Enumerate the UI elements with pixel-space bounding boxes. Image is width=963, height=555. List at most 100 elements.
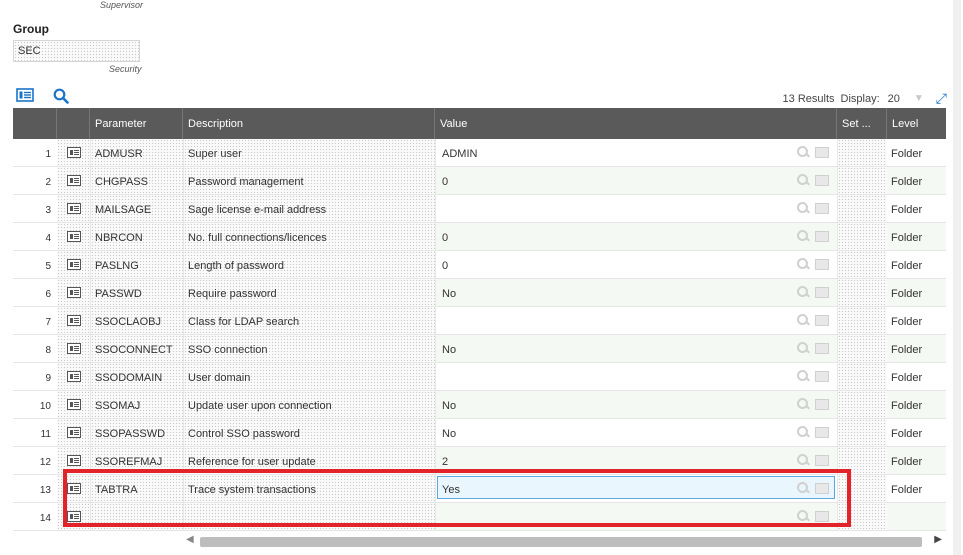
set-cell[interactable] bbox=[837, 195, 887, 222]
parameter-cell[interactable]: SSOMAJ bbox=[90, 391, 183, 418]
scroll-left-icon[interactable]: ◀ bbox=[186, 534, 194, 545]
expand-icon[interactable]: ⤢ bbox=[936, 90, 947, 107]
parameter-cell[interactable]: SSOPASSWD bbox=[90, 419, 183, 446]
value-cell[interactable] bbox=[435, 307, 837, 334]
parameter-cell[interactable]: SSOCONNECT bbox=[90, 335, 183, 362]
value-cell[interactable] bbox=[435, 195, 837, 222]
table-row[interactable]: 13 TABTRA Trace system transactions Yes Fold… bbox=[13, 475, 946, 503]
group-field[interactable]: SEC bbox=[13, 40, 140, 62]
detail-icon[interactable] bbox=[815, 426, 829, 438]
row-detail-icon[interactable] bbox=[57, 391, 90, 418]
table-row[interactable]: 4 NBRCON No. full connections/licences 0 Fol… bbox=[13, 223, 946, 251]
parameter-cell[interactable]: TABTRA bbox=[90, 475, 183, 502]
lookup-icon[interactable] bbox=[797, 370, 809, 382]
lookup-icon[interactable] bbox=[797, 510, 809, 522]
detail-icon[interactable] bbox=[815, 230, 829, 242]
lookup-icon[interactable] bbox=[797, 202, 809, 214]
table-row[interactable]: 9 SSODOMAIN User domain Folder bbox=[13, 363, 946, 391]
table-row[interactable]: 11 SSOPASSWD Control SSO password No Folder bbox=[13, 419, 946, 447]
header-description[interactable]: Description bbox=[183, 108, 435, 139]
row-detail-icon[interactable] bbox=[57, 363, 90, 390]
table-row[interactable]: 3 MAILSAGE Sage license e-mail address Fold… bbox=[13, 195, 946, 223]
display-value[interactable]: 20 bbox=[888, 93, 900, 105]
parameter-cell[interactable]: NBRCON bbox=[90, 223, 183, 250]
value-cell[interactable]: No bbox=[435, 419, 837, 446]
scroll-thumb[interactable] bbox=[200, 537, 922, 547]
set-cell[interactable] bbox=[837, 223, 887, 250]
header-value[interactable]: Value bbox=[435, 108, 837, 139]
value-cell[interactable]: No bbox=[435, 391, 837, 418]
table-row[interactable]: 7 SSOCLAOBJ Class for LDAP search Folder bbox=[13, 307, 946, 335]
table-row[interactable]: 6 PASSWD Require password No Folder bbox=[13, 279, 946, 307]
parameter-cell[interactable]: PASLNG bbox=[90, 251, 183, 278]
value-cell[interactable]: 2 bbox=[435, 447, 837, 474]
value-text[interactable]: No bbox=[442, 428, 456, 440]
row-detail-icon[interactable] bbox=[57, 503, 90, 530]
detail-icon[interactable] bbox=[815, 482, 829, 494]
table-row[interactable]: 5 PASLNG Length of password 0 Folder bbox=[13, 251, 946, 279]
value-cell[interactable] bbox=[435, 363, 837, 390]
lookup-icon[interactable] bbox=[797, 258, 809, 270]
parameter-cell[interactable]: SSOCLAOBJ bbox=[90, 307, 183, 334]
set-cell[interactable] bbox=[837, 335, 887, 362]
header-set[interactable]: Set ... bbox=[837, 108, 887, 139]
detail-icon[interactable] bbox=[815, 454, 829, 466]
card-view-icon[interactable] bbox=[16, 88, 34, 104]
table-row[interactable]: 8 SSOCONNECT SSO connection No Folder bbox=[13, 335, 946, 363]
row-detail-icon[interactable] bbox=[57, 419, 90, 446]
row-detail-icon[interactable] bbox=[57, 279, 90, 306]
value-text[interactable]: 0 bbox=[442, 260, 448, 272]
parameter-cell[interactable]: ADMUSR bbox=[90, 139, 183, 166]
set-cell[interactable] bbox=[837, 447, 887, 474]
set-cell[interactable] bbox=[837, 503, 887, 530]
row-detail-icon[interactable] bbox=[57, 223, 90, 250]
value-cell[interactable] bbox=[435, 503, 837, 530]
set-cell[interactable] bbox=[837, 307, 887, 334]
detail-icon[interactable] bbox=[815, 370, 829, 382]
value-cell[interactable]: No bbox=[435, 335, 837, 362]
row-detail-icon[interactable] bbox=[57, 251, 90, 278]
value-cell[interactable]: ADMIN bbox=[435, 139, 837, 166]
value-text[interactable]: Yes bbox=[442, 484, 460, 496]
row-detail-icon[interactable] bbox=[57, 167, 90, 194]
value-text[interactable]: ADMIN bbox=[442, 148, 477, 160]
set-cell[interactable] bbox=[837, 167, 887, 194]
value-text[interactable]: No bbox=[442, 400, 456, 412]
scroll-right-icon[interactable]: ▶ bbox=[934, 534, 942, 545]
value-text[interactable]: 2 bbox=[442, 456, 448, 468]
row-detail-icon[interactable] bbox=[57, 195, 90, 222]
detail-icon[interactable] bbox=[815, 286, 829, 298]
detail-icon[interactable] bbox=[815, 146, 829, 158]
detail-icon[interactable] bbox=[815, 174, 829, 186]
row-detail-icon[interactable] bbox=[57, 307, 90, 334]
detail-icon[interactable] bbox=[815, 510, 829, 522]
parameter-cell[interactable]: PASSWD bbox=[90, 279, 183, 306]
set-cell[interactable] bbox=[837, 391, 887, 418]
table-row[interactable]: 14 bbox=[13, 503, 946, 531]
parameter-cell[interactable] bbox=[90, 503, 183, 530]
header-level[interactable]: Level bbox=[887, 108, 946, 139]
lookup-icon[interactable] bbox=[797, 342, 809, 354]
row-detail-icon[interactable] bbox=[57, 475, 90, 502]
parameter-cell[interactable]: SSOREFMAJ bbox=[90, 447, 183, 474]
detail-icon[interactable] bbox=[815, 342, 829, 354]
lookup-icon[interactable] bbox=[797, 454, 809, 466]
horizontal-scrollbar[interactable]: ◀ ▶ bbox=[184, 534, 944, 549]
detail-icon[interactable] bbox=[815, 202, 829, 214]
value-text[interactable]: No bbox=[442, 344, 456, 356]
detail-icon[interactable] bbox=[815, 398, 829, 410]
row-detail-icon[interactable] bbox=[57, 139, 90, 166]
search-icon[interactable] bbox=[53, 88, 71, 104]
detail-icon[interactable] bbox=[815, 314, 829, 326]
value-text[interactable]: 0 bbox=[442, 232, 448, 244]
value-cell[interactable]: 0 bbox=[435, 167, 837, 194]
value-cell[interactable]: No bbox=[435, 279, 837, 306]
set-cell[interactable] bbox=[837, 251, 887, 278]
chevron-down-icon[interactable]: ▼ bbox=[914, 93, 924, 104]
value-cell[interactable]: 0 bbox=[435, 251, 837, 278]
set-cell[interactable] bbox=[837, 419, 887, 446]
set-cell[interactable] bbox=[837, 279, 887, 306]
vertical-scrollbar[interactable] bbox=[953, 0, 961, 555]
lookup-icon[interactable] bbox=[797, 230, 809, 242]
lookup-icon[interactable] bbox=[797, 398, 809, 410]
